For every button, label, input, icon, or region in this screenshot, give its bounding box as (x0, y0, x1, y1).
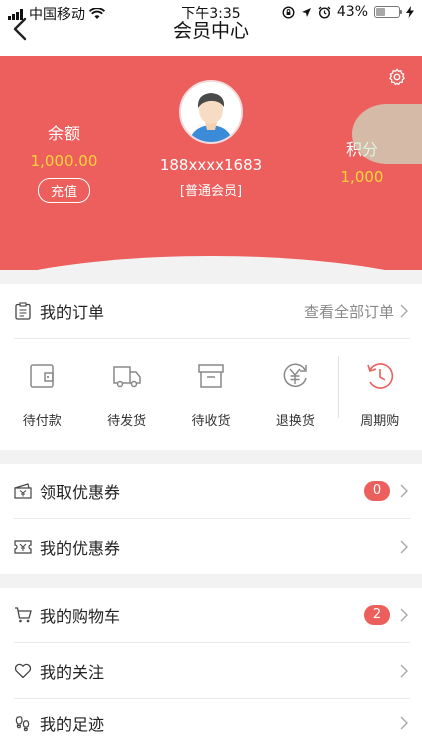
order-status-item[interactable]: 退换货 (253, 340, 337, 440)
chevron-right-icon (400, 716, 408, 730)
footprint-label: 我的足迹 (40, 715, 105, 734)
get-coupons-row[interactable]: 领取优惠券 0 (0, 464, 422, 518)
heart-icon (14, 662, 32, 680)
coupon-get-icon (14, 482, 32, 500)
touch-indicator (352, 104, 422, 164)
footprint-icon (14, 714, 32, 732)
yuan-return-icon (283, 363, 308, 387)
cart-row[interactable]: 我的购物车 2 (0, 588, 422, 642)
chevron-right-icon (400, 540, 408, 554)
coupon-ticket-icon (14, 538, 32, 556)
footprint-row[interactable]: 我的足迹 (0, 696, 422, 750)
cart-label: 我的购物车 (40, 607, 121, 626)
chevron-right-icon (400, 608, 408, 622)
coupons-card: 领取优惠券 0 我的优惠券 (0, 464, 422, 574)
chevron-right-icon (400, 304, 408, 318)
cart-count-badge: 2 (364, 605, 390, 625)
clipboard-icon (14, 302, 32, 320)
order-status-label: 待发货 (107, 414, 147, 429)
order-status-label: 待付款 (22, 414, 62, 429)
navigation-bar: 中国移动 下午3:35 43% 会员中心 (0, 0, 422, 56)
points-value: 1,000 (340, 168, 384, 186)
misc-card: 我的购物车 2 我的关注 我的足迹 (0, 588, 422, 750)
follow-row[interactable]: 我的关注 (0, 644, 422, 698)
order-status-item[interactable]: 待收货 (169, 340, 253, 440)
order-status-item[interactable]: 周期购 (338, 340, 422, 440)
avatar[interactable] (179, 80, 243, 144)
view-all-orders-link[interactable]: 查看全部订单 (304, 301, 394, 322)
clock-refresh-icon (366, 363, 393, 389)
order-status-label: 退换货 (275, 414, 315, 429)
chevron-right-icon (400, 664, 408, 678)
my-coupons-label: 我的优惠券 (40, 539, 121, 558)
wallet-icon (30, 364, 54, 388)
member-header: 余额 1,000.00 充值 188xxxx1683 [普通会员] 积分 1,0… (0, 56, 422, 270)
orders-header-row[interactable]: 我的订单 查看全部订单 (0, 284, 422, 338)
order-status-label: 待收货 (191, 414, 231, 429)
box-icon (198, 364, 224, 388)
orders-title: 我的订单 (40, 303, 105, 322)
follow-label: 我的关注 (40, 663, 105, 682)
chevron-right-icon (400, 484, 408, 498)
cart-icon (14, 606, 32, 624)
coupon-count-badge: 0 (364, 481, 390, 501)
get-coupons-label: 领取优惠券 (40, 483, 121, 502)
truck-icon (112, 366, 141, 388)
order-status-item[interactable]: 待发货 (84, 340, 168, 440)
order-status-label: 周期购 (360, 414, 400, 429)
order-status-list: 待付款 待发货 待收货 退换货 周期购 (0, 340, 422, 440)
user-avatar-icon (181, 82, 241, 142)
page-title: 会员中心 (172, 20, 249, 42)
order-status-item[interactable]: 待付款 (0, 340, 84, 440)
orders-card: 我的订单 查看全部订单 待付款 待发货 待收货 退换货 周期购 (0, 284, 422, 450)
my-coupons-row[interactable]: 我的优惠券 (0, 520, 422, 574)
